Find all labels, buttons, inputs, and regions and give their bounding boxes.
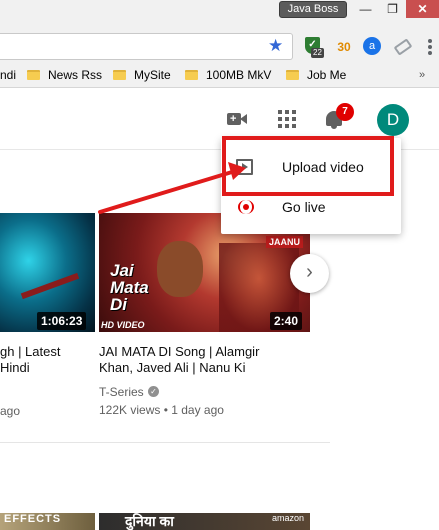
video-meta: ago — [0, 404, 21, 418]
address-bar[interactable] — [0, 33, 293, 60]
verified-check-icon: ✓ — [148, 386, 159, 397]
video-title[interactable]: Hindi — [0, 360, 30, 376]
bookmark-item[interactable]: MySite — [113, 62, 171, 88]
thumbnail-title-art: Jai Mata Di — [110, 261, 149, 314]
row-divider — [0, 442, 330, 443]
account-avatar[interactable]: D — [377, 104, 409, 136]
video-duration: 1:06:23 — [37, 312, 87, 330]
minimize-button[interactable]: — — [352, 0, 379, 18]
thumbnail-brand: JAANU — [266, 236, 304, 248]
shield-extension-icon[interactable]: ✓ 22 — [302, 37, 324, 58]
create-video-icon[interactable]: + — [227, 111, 249, 127]
bookmark-item[interactable]: ndi — [0, 62, 16, 88]
next-arrow-button[interactable]: › — [290, 254, 329, 293]
folder-icon — [113, 70, 126, 80]
bookmark-star-icon[interactable]: ★ — [268, 36, 283, 56]
bookmark-item[interactable]: Job Me — [286, 62, 346, 88]
video-title[interactable]: gh | Latest — [0, 344, 60, 360]
thumbnail-text: EFFECTS — [4, 513, 62, 525]
bookmarks-bar: ndi News Rss MySite 100MB MkV Job Me » — [0, 62, 439, 88]
maximize-button[interactable]: ❐ — [379, 0, 406, 18]
go-live-label: Go live — [282, 199, 326, 215]
video-meta: 122K views • 1 day ago — [99, 403, 224, 417]
folder-icon — [286, 70, 299, 80]
apps-grid-icon[interactable] — [278, 110, 296, 128]
a-extension-label: a — [363, 37, 381, 55]
folder-icon — [27, 70, 40, 80]
extension-badge-count: 22 — [311, 48, 324, 58]
video-duration: 2:40 — [270, 312, 303, 330]
chrome-menu-icon[interactable] — [423, 37, 437, 57]
close-button[interactable]: ✕ — [406, 0, 439, 18]
folder-icon — [185, 70, 198, 80]
thumbnail-text: दुनिया का — [125, 513, 174, 529]
hd-video-badge: HD VIDEO — [101, 320, 145, 330]
tag-extension-icon[interactable] — [393, 37, 417, 57]
sun-extension-icon[interactable]: 30 — [333, 37, 355, 57]
video-title[interactable]: Khan, Javed Ali | Nanu Ki — [99, 360, 245, 376]
notification-count-badge: 7 — [336, 103, 354, 121]
bookmark-item[interactable]: News Rss — [27, 62, 102, 88]
video-title[interactable]: JAI MATA DI Song | Alamgir — [99, 344, 259, 360]
annotation-highlight-box — [222, 136, 394, 196]
go-live-icon — [235, 199, 257, 215]
more-bookmarks-icon[interactable]: » — [419, 69, 425, 81]
a-extension-icon[interactable]: a — [363, 37, 385, 57]
channel-name[interactable]: T-Series — [99, 384, 144, 401]
bookmark-item[interactable]: 100MB MkV — [185, 62, 271, 88]
thumbnail-brand: amazon — [272, 513, 305, 523]
profile-name-badge[interactable]: Java Boss — [279, 1, 347, 18]
